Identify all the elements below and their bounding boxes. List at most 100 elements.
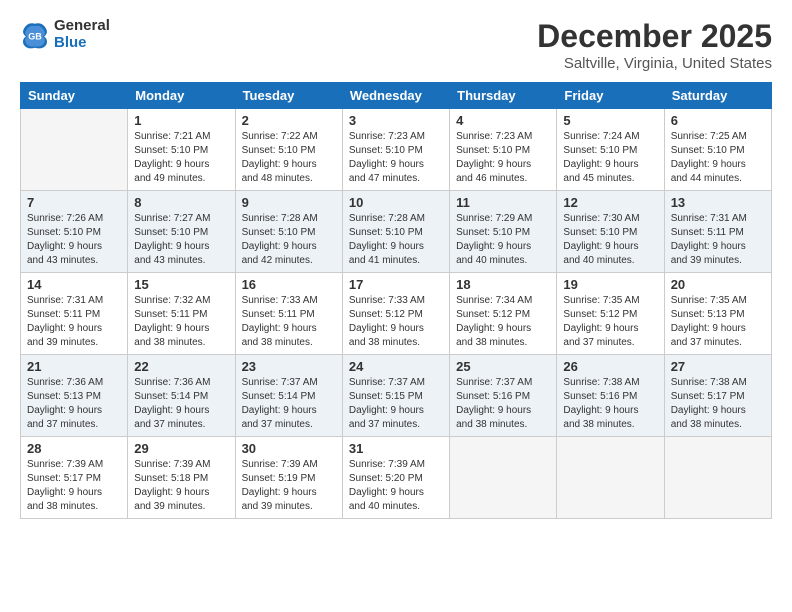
day-number: 10 <box>349 195 443 210</box>
day-number: 11 <box>456 195 550 210</box>
calendar-cell: 1Sunrise: 7:21 AM Sunset: 5:10 PM Daylig… <box>128 109 235 191</box>
calendar-cell: 13 Sunrise: 7:31 AM Sunset: 5:11 PM Dayli… <box>664 191 771 273</box>
day-number: 30 <box>242 441 336 456</box>
day-info: Sunrise: 7:37 AM Sunset: 5:14 PM Dayligh… <box>242 376 336 432</box>
day-number: 23 <box>242 359 336 374</box>
day-info: Sunrise: 7:37 AM Sunset: 5:16 PM Dayligh… <box>456 376 550 432</box>
day-number: 4 <box>456 113 550 128</box>
day-number: 16 <box>242 277 336 292</box>
weekday-header-monday: Monday <box>128 83 235 109</box>
calendar-cell: 27 Sunrise: 7:38 AM Sunset: 5:17 PM Dayli… <box>664 355 771 437</box>
day-number: 29 <box>134 441 228 456</box>
calendar-cell: 2Sunrise: 7:22 AM Sunset: 5:10 PM Daylig… <box>235 109 342 191</box>
calendar-cell: 4Sunrise: 7:23 AM Sunset: 5:10 PM Daylig… <box>450 109 557 191</box>
day-info: Sunrise: 7:33 AM Sunset: 5:11 PM Dayligh… <box>242 294 336 350</box>
calendar-cell: 25 Sunrise: 7:37 AM Sunset: 5:16 PM Dayli… <box>450 355 557 437</box>
day-number: 13 <box>671 195 765 210</box>
day-number: 27 <box>671 359 765 374</box>
calendar-cell: 11Sunrise: 7:29 AM Sunset: 5:10 PM Dayli… <box>450 191 557 273</box>
day-info: Sunrise: 7:27 AM Sunset: 5:10 PM Dayligh… <box>134 212 228 268</box>
day-info: Sunrise: 7:33 AM Sunset: 5:12 PM Dayligh… <box>349 294 443 350</box>
calendar-cell <box>21 109 128 191</box>
day-info: Sunrise: 7:26 AM Sunset: 5:10 PM Dayligh… <box>27 212 121 268</box>
weekday-header-saturday: Saturday <box>664 83 771 109</box>
calendar-cell: 16 Sunrise: 7:33 AM Sunset: 5:11 PM Dayli… <box>235 273 342 355</box>
day-info: Sunrise: 7:38 AM Sunset: 5:17 PM Dayligh… <box>671 376 765 432</box>
day-number: 2 <box>242 113 336 128</box>
day-number: 1 <box>134 113 228 128</box>
day-info: Sunrise: 7:34 AM Sunset: 5:12 PM Dayligh… <box>456 294 550 350</box>
logo-general: General <box>54 17 110 34</box>
logo-blue: Blue <box>54 34 87 51</box>
day-info: Sunrise: 7:37 AM Sunset: 5:15 PM Dayligh… <box>349 376 443 432</box>
calendar-cell <box>450 437 557 519</box>
day-info: Sunrise: 7:31 AM Sunset: 5:11 PM Dayligh… <box>671 212 765 268</box>
calendar-table: SundayMondayTuesdayWednesdayThursdayFrid… <box>20 82 772 519</box>
day-number: 18 <box>456 277 550 292</box>
day-number: 17 <box>349 277 443 292</box>
calendar-cell: 20Sunrise: 7:35 AM Sunset: 5:13 PM Dayli… <box>664 273 771 355</box>
calendar-cell: 14Sunrise: 7:31 AM Sunset: 5:11 PM Dayli… <box>21 273 128 355</box>
day-number: 25 <box>456 359 550 374</box>
logo: GB General Blue <box>20 18 110 51</box>
day-number: 8 <box>134 195 228 210</box>
calendar-cell: 10 Sunrise: 7:28 AM Sunset: 5:10 PM Dayli… <box>342 191 449 273</box>
calendar-cell: 17 Sunrise: 7:33 AM Sunset: 5:12 PM Dayli… <box>342 273 449 355</box>
day-info: Sunrise: 7:24 AM Sunset: 5:10 PM Dayligh… <box>563 130 657 186</box>
calendar-week-2: 7 Sunrise: 7:26 AM Sunset: 5:10 PM Daylig… <box>21 191 772 273</box>
day-info: Sunrise: 7:39 AM Sunset: 5:17 PM Dayligh… <box>27 458 121 514</box>
day-info: Sunrise: 7:30 AM Sunset: 5:10 PM Dayligh… <box>563 212 657 268</box>
calendar-cell: 29 Sunrise: 7:39 AM Sunset: 5:18 PM Dayli… <box>128 437 235 519</box>
day-info: Sunrise: 7:25 AM Sunset: 5:10 PM Dayligh… <box>671 130 765 186</box>
calendar-cell: 31Sunrise: 7:39 AM Sunset: 5:20 PM Dayli… <box>342 437 449 519</box>
calendar-cell: 18 Sunrise: 7:34 AM Sunset: 5:12 PM Dayli… <box>450 273 557 355</box>
calendar-week-5: 28Sunrise: 7:39 AM Sunset: 5:17 PM Dayli… <box>21 437 772 519</box>
calendar-cell: 3 Sunrise: 7:23 AM Sunset: 5:10 PM Daylig… <box>342 109 449 191</box>
calendar-cell: 12 Sunrise: 7:30 AM Sunset: 5:10 PM Dayli… <box>557 191 664 273</box>
day-number: 12 <box>563 195 657 210</box>
logo-text: General Blue <box>54 18 110 51</box>
day-number: 19 <box>563 277 657 292</box>
month-title: December 2025 <box>537 18 772 55</box>
calendar-week-3: 14Sunrise: 7:31 AM Sunset: 5:11 PM Dayli… <box>21 273 772 355</box>
calendar-cell <box>664 437 771 519</box>
calendar-cell: 21Sunrise: 7:36 AM Sunset: 5:13 PM Dayli… <box>21 355 128 437</box>
day-number: 7 <box>27 195 121 210</box>
day-number: 31 <box>349 441 443 456</box>
calendar-cell: 26Sunrise: 7:38 AM Sunset: 5:16 PM Dayli… <box>557 355 664 437</box>
day-number: 22 <box>134 359 228 374</box>
weekday-header-friday: Friday <box>557 83 664 109</box>
day-number: 3 <box>349 113 443 128</box>
day-info: Sunrise: 7:35 AM Sunset: 5:13 PM Dayligh… <box>671 294 765 350</box>
day-number: 24 <box>349 359 443 374</box>
day-number: 9 <box>242 195 336 210</box>
page-header: GB General Blue December 2025 Saltville,… <box>20 18 772 72</box>
calendar-cell: 9Sunrise: 7:28 AM Sunset: 5:10 PM Daylig… <box>235 191 342 273</box>
day-info: Sunrise: 7:38 AM Sunset: 5:16 PM Dayligh… <box>563 376 657 432</box>
calendar-cell: 28Sunrise: 7:39 AM Sunset: 5:17 PM Dayli… <box>21 437 128 519</box>
day-number: 6 <box>671 113 765 128</box>
day-info: Sunrise: 7:36 AM Sunset: 5:14 PM Dayligh… <box>134 376 228 432</box>
title-area: December 2025 Saltville, Virginia, Unite… <box>537 18 772 72</box>
day-number: 21 <box>27 359 121 374</box>
day-info: Sunrise: 7:23 AM Sunset: 5:10 PM Dayligh… <box>349 130 443 186</box>
day-info: Sunrise: 7:28 AM Sunset: 5:10 PM Dayligh… <box>349 212 443 268</box>
calendar-cell: 15Sunrise: 7:32 AM Sunset: 5:11 PM Dayli… <box>128 273 235 355</box>
calendar-cell: 8 Sunrise: 7:27 AM Sunset: 5:10 PM Daylig… <box>128 191 235 273</box>
logo-icon: GB <box>20 20 50 50</box>
calendar-week-4: 21Sunrise: 7:36 AM Sunset: 5:13 PM Dayli… <box>21 355 772 437</box>
weekday-header-wednesday: Wednesday <box>342 83 449 109</box>
calendar-cell: 7 Sunrise: 7:26 AM Sunset: 5:10 PM Daylig… <box>21 191 128 273</box>
calendar-cell: 19 Sunrise: 7:35 AM Sunset: 5:12 PM Dayli… <box>557 273 664 355</box>
weekday-header-row: SundayMondayTuesdayWednesdayThursdayFrid… <box>21 83 772 109</box>
day-info: Sunrise: 7:39 AM Sunset: 5:18 PM Dayligh… <box>134 458 228 514</box>
calendar-cell: 6 Sunrise: 7:25 AM Sunset: 5:10 PM Daylig… <box>664 109 771 191</box>
calendar-cell: 24 Sunrise: 7:37 AM Sunset: 5:15 PM Dayli… <box>342 355 449 437</box>
day-info: Sunrise: 7:35 AM Sunset: 5:12 PM Dayligh… <box>563 294 657 350</box>
calendar-cell: 5Sunrise: 7:24 AM Sunset: 5:10 PM Daylig… <box>557 109 664 191</box>
svg-text:GB: GB <box>28 31 42 41</box>
calendar-cell: 23 Sunrise: 7:37 AM Sunset: 5:14 PM Dayli… <box>235 355 342 437</box>
weekday-header-tuesday: Tuesday <box>235 83 342 109</box>
day-info: Sunrise: 7:32 AM Sunset: 5:11 PM Dayligh… <box>134 294 228 350</box>
calendar-cell: 30Sunrise: 7:39 AM Sunset: 5:19 PM Dayli… <box>235 437 342 519</box>
